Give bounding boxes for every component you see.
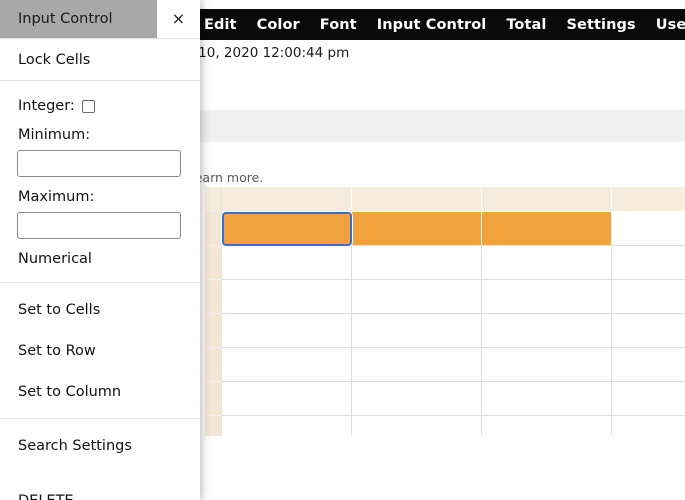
table-row xyxy=(205,246,685,280)
grid-cell[interactable] xyxy=(222,246,352,280)
integer-label: Integer: xyxy=(18,98,75,114)
numerical-label[interactable]: Numerical xyxy=(0,245,200,272)
grid-cell[interactable] xyxy=(482,382,612,416)
table-row xyxy=(205,314,685,348)
table-row xyxy=(205,212,685,246)
menu-item-users[interactable]: Users xyxy=(656,17,685,33)
panel-item-search-settings[interactable]: Search Settings xyxy=(0,425,200,466)
menu-item-total[interactable]: Total xyxy=(506,17,546,33)
row-header-cell[interactable] xyxy=(205,212,222,246)
column-header-cell[interactable] xyxy=(612,187,685,212)
table-row xyxy=(205,382,685,416)
grid-cell[interactable] xyxy=(482,348,612,382)
row-header-cell[interactable] xyxy=(205,280,222,314)
selected-cell[interactable] xyxy=(222,212,352,246)
grid-cell[interactable] xyxy=(612,280,685,314)
input-control-panel: Input Control × Lock Cells Integer: Mini… xyxy=(0,0,200,500)
minimum-input[interactable] xyxy=(17,150,181,177)
panel-item-lock-cells[interactable]: Lock Cells xyxy=(0,39,200,80)
row-header-cell[interactable] xyxy=(205,348,222,382)
menu-item-color[interactable]: Color xyxy=(257,17,300,33)
grid-cell[interactable] xyxy=(482,416,612,436)
grid-cell[interactable] xyxy=(482,246,612,280)
panel-item-set-to-column[interactable]: Set to Column xyxy=(0,371,200,412)
minimum-label: Minimum: xyxy=(18,126,91,143)
column-header-cell[interactable] xyxy=(352,187,482,212)
filled-cell[interactable] xyxy=(352,212,482,246)
row-header-cell[interactable] xyxy=(205,314,222,348)
menu-item-settings[interactable]: Settings xyxy=(566,17,635,33)
maximum-input[interactable] xyxy=(17,212,181,239)
grid-cell[interactable] xyxy=(222,382,352,416)
panel-title: Input Control xyxy=(0,0,157,38)
grid-cell[interactable] xyxy=(612,212,685,246)
grid-cell[interactable] xyxy=(222,280,352,314)
grid-cell[interactable] xyxy=(612,416,685,436)
integer-row: Integer: xyxy=(0,91,200,121)
row-header-cell[interactable] xyxy=(205,382,222,416)
integer-checkbox[interactable] xyxy=(81,99,95,113)
grid-cell[interactable] xyxy=(612,246,685,280)
grid-cell[interactable] xyxy=(612,348,685,382)
maximum-label: Maximum: xyxy=(18,188,95,205)
grid-cell[interactable] xyxy=(612,314,685,348)
grid-cell[interactable] xyxy=(612,382,685,416)
grid-cell[interactable] xyxy=(352,382,482,416)
grid-cell[interactable] xyxy=(352,314,482,348)
table-row xyxy=(205,348,685,382)
grid-cell[interactable] xyxy=(482,280,612,314)
close-icon[interactable]: × xyxy=(157,0,200,38)
table-row xyxy=(205,280,685,314)
menu-item-edit[interactable]: Edit xyxy=(204,17,237,33)
table-row xyxy=(205,416,685,436)
grid-cell[interactable] xyxy=(352,280,482,314)
grid-cell[interactable] xyxy=(222,416,352,436)
grid-cell[interactable] xyxy=(222,348,352,382)
menu-item-font[interactable]: Font xyxy=(320,17,357,33)
column-header-cell[interactable] xyxy=(482,187,612,212)
row-header-cell[interactable] xyxy=(205,187,222,212)
row-header-cell[interactable] xyxy=(205,416,222,436)
table-row xyxy=(205,187,685,212)
panel-header: Input Control × xyxy=(0,0,200,38)
panel-item-set-to-cells[interactable]: Set to Cells xyxy=(0,289,200,330)
column-header-cell[interactable] xyxy=(222,187,352,212)
menu-item-input-control[interactable]: Input Control xyxy=(377,17,487,33)
spreadsheet-grid[interactable] xyxy=(205,187,685,436)
panel-item-delete[interactable]: DELETE xyxy=(0,480,200,500)
grid-cell[interactable] xyxy=(352,348,482,382)
grid-cell[interactable] xyxy=(352,246,482,280)
panel-item-set-to-row[interactable]: Set to Row xyxy=(0,330,200,371)
grid-cell[interactable] xyxy=(222,314,352,348)
grid-cell[interactable] xyxy=(352,416,482,436)
row-header-cell[interactable] xyxy=(205,246,222,280)
grid-cell[interactable] xyxy=(482,314,612,348)
filled-cell[interactable] xyxy=(482,212,612,246)
